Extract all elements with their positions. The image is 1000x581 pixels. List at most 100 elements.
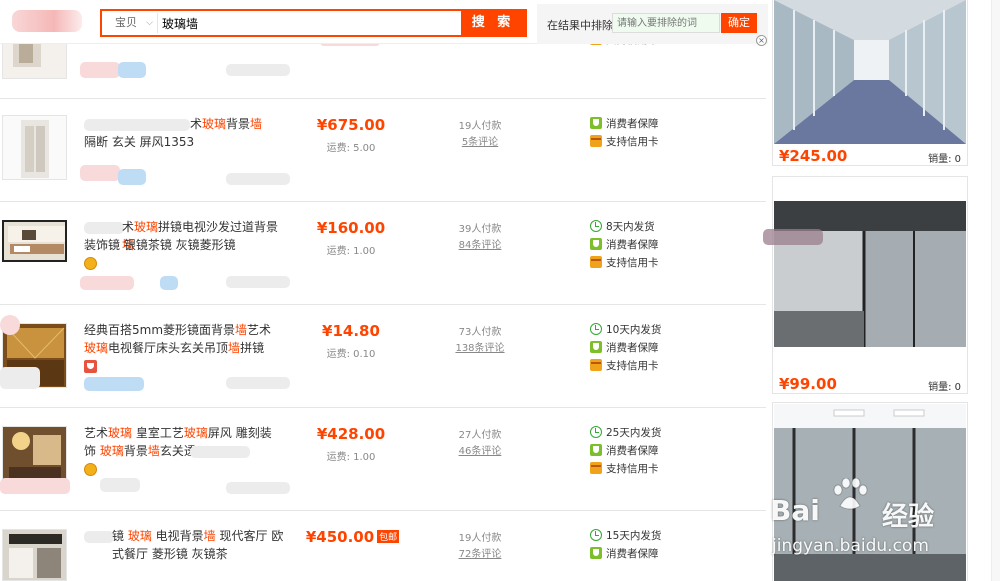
result-item: 镜 玻璃 电视背景墙 现代客厅 欧式餐厅 菱形镜 灰镜茶 ¥450.00 包邮 1… [0,511,766,581]
product-title-line2[interactable]: 隔断 玄关 屏风1353 [84,133,284,151]
service-ship-time[interactable]: 15天内发货 [590,528,661,546]
review-link[interactable]: 72条评论 [430,545,530,560]
product-thumbnail[interactable] [2,115,67,180]
recommend-column: ¥245.00 销量: 0 ¥99.00 销量: 0 [763,0,968,581]
blurred-badge [80,62,120,78]
service-credit-card[interactable]: 支持信用卡 [590,461,661,479]
service-ship-time[interactable]: 25天内发货 [590,425,661,443]
product-title[interactable]: 镜 玻璃 电视背景墙 现代客厅 欧式餐厅 菱形镜 灰镜茶 [112,527,284,563]
search-input[interactable] [162,13,462,33]
shield-icon [590,117,602,129]
paid-count: 19人付款 [458,533,502,544]
product-thumbnail[interactable] [2,529,67,581]
shipping-fee: 运费: 5.00 [326,143,376,154]
blurred-badge [80,276,134,290]
recommend-image [774,404,966,581]
exclude-panel: 在结果中排除 确定 [537,4,768,44]
service-credit-card[interactable]: 支持信用卡 [590,358,661,376]
credit-card-icon [590,135,602,147]
service-consumer-protection[interactable]: 消费者保障 [590,546,661,564]
recommend-card[interactable]: ¥245.00 销量: 0 [772,0,968,166]
chevron-down-icon: ⌵ [146,18,153,28]
service-credit-card[interactable]: 支持信用卡 [590,255,659,273]
product-title-line2[interactable]: 装饰镜 银镜茶镜 灰镜菱形镜 [84,236,284,254]
blurred-text [84,531,114,543]
clock-icon [590,323,602,335]
heart-badge-icon [84,360,97,373]
product-title[interactable]: 艺术玻璃 皇室工艺玻璃屏风 雕刻装饰 玻璃背景墙玄关透 [84,424,279,460]
service-credit-card[interactable]: 支持信用卡 [590,134,659,152]
service-list: 10天内发货 消费者保障 支持信用卡 [590,322,661,376]
shield-icon [590,444,602,456]
shield-icon [590,547,602,559]
paid-count: 39人付款 [458,224,502,235]
gold-seller-icon [84,463,97,476]
search-box: 宝贝 ⌵ 搜 索 [100,9,527,37]
result-item: 经典百搭5mm菱形镜面背景墙艺术玻璃电视餐厅床头玄关吊顶墙拼镜 ¥14.80 运… [0,305,766,408]
recommend-price: ¥99.00 [779,375,837,393]
recommend-sales: 销量: 0 [928,382,961,393]
search-results-list: 支持信用卡 术玻璃背景墙 隔断 玄关 屏风1353 ¥675.00 运费: 5.… [0,0,766,581]
clock-icon [590,220,602,232]
blurred-badge [80,165,120,181]
blurred-text [226,276,290,288]
review-link[interactable]: 138条评论 [430,339,530,354]
credit-card-icon [590,256,602,268]
recommend-price: ¥245.00 [779,147,848,165]
blurred-region [0,367,40,389]
review-link[interactable]: 5条评论 [430,133,530,148]
service-ship-time[interactable]: 8天内发货 [590,219,659,237]
blurred-region [0,478,70,494]
search-button[interactable]: 搜 索 [461,11,525,35]
service-consumer-protection[interactable]: 消费者保障 [590,237,659,255]
free-shipping-badge: 包邮 [377,530,400,543]
product-title[interactable]: 经典百搭5mm菱形镜面背景墙艺术玻璃电视餐厅床头玄关吊顶墙拼镜 [84,321,279,357]
blurred-text [84,119,190,131]
blurred-text [226,64,290,76]
price: ¥14.80 [322,322,380,340]
service-list: 15天内发货 消费者保障 [590,528,661,564]
clock-icon [590,529,602,541]
blurred-badge [100,478,140,492]
recommend-image [774,201,966,347]
service-consumer-protection[interactable]: 消费者保障 [590,116,659,134]
service-list: 25天内发货 消费者保障 支持信用卡 [590,425,661,479]
credit-card-icon [590,462,602,474]
service-ship-time[interactable]: 10天内发货 [590,322,661,340]
blurred-text [226,377,290,389]
result-item: 术玻璃背景墙 隔断 玄关 屏风1353 ¥675.00 运费: 5.00 19人… [0,99,766,202]
exclude-confirm-button[interactable]: 确定 [721,13,757,33]
search-bar: 宝贝 ⌵ 搜 索 在结果中排除 确定 [0,0,768,44]
paid-count: 19人付款 [458,121,502,132]
scrollbar[interactable] [991,0,1000,581]
shipping-fee: 运费: 1.00 [326,452,376,463]
close-icon[interactable]: × [756,35,767,46]
blurred-text [226,173,290,185]
blurred-text [190,446,250,458]
gold-seller-icon [84,257,97,270]
clock-icon [590,426,602,438]
product-title[interactable]: 术玻璃背景墙 [190,115,285,133]
blurred-region [763,229,823,245]
credit-card-icon [590,359,602,371]
review-link[interactable]: 84条评论 [430,236,530,251]
result-item: 术玻璃拼镜电视沙发过道背景墙 装饰镜 银镜茶镜 灰镜菱形镜 ¥160.00 运费… [0,202,766,305]
service-consumer-protection[interactable]: 消费者保障 [590,443,661,461]
review-link[interactable]: 46条评论 [430,442,530,457]
logo [12,10,82,32]
recommend-sales: 销量: 0 [928,154,961,165]
recommend-card[interactable]: ¥99.00 销量: 0 [763,176,968,394]
service-consumer-protection[interactable]: 消费者保障 [590,340,661,358]
exclude-input[interactable] [612,13,720,33]
title-text: 术玻璃背景墙 [190,117,263,131]
exclude-label: 在结果中排除 [547,19,613,32]
blurred-badge [118,62,146,78]
blurred-text [226,482,290,494]
shield-icon [590,341,602,353]
service-list: 8天内发货 消费者保障 支持信用卡 [590,219,659,273]
shipping-fee: 运费: 1.00 [326,246,376,257]
recommend-card[interactable] [772,402,968,581]
recommend-image [774,0,966,144]
search-type-select[interactable]: 宝贝 ⌵ [108,13,158,33]
product-thumbnail[interactable] [2,220,67,262]
